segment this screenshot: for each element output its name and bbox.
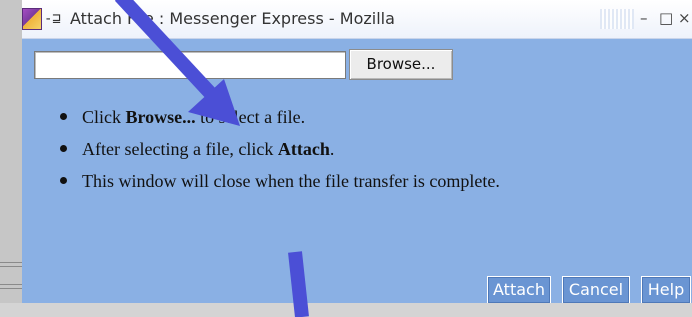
instruction-item: This window will close when the file tra… [60, 169, 500, 201]
minimize-icon[interactable]: – [640, 8, 648, 28]
attach-button[interactable]: Attach [487, 276, 551, 304]
background-divider [0, 266, 22, 267]
attach-file-dialog: -⊒ Attach File : Messenger Express - Moz… [22, 0, 692, 317]
instruction-item: After selecting a file, click Attach. [60, 137, 500, 169]
browse-button[interactable]: Browse... [349, 49, 453, 80]
help-button[interactable]: Help [641, 276, 691, 304]
instruction-text: . [329, 139, 335, 159]
instruction-text: Click [82, 107, 126, 127]
cancel-button[interactable]: Cancel [562, 276, 630, 304]
instruction-item: Click Browse... to select a file. [60, 105, 500, 137]
maximize-icon[interactable]: □ [659, 8, 673, 28]
bullet-icon [60, 177, 67, 184]
bullet-icon [60, 113, 67, 120]
background-window-edge [0, 0, 22, 317]
instruction-emphasis: Attach [277, 139, 330, 159]
instruction-text: to select a file. [195, 107, 306, 127]
pin-icon[interactable]: -⊒ [44, 10, 64, 28]
file-path-input[interactable] [34, 51, 346, 79]
instruction-text: This window will close when the file tra… [82, 171, 500, 191]
background-window-bottom [0, 303, 692, 317]
bullet-icon [60, 145, 67, 152]
background-divider [0, 288, 22, 289]
close-icon[interactable]: × [678, 8, 691, 28]
titlebar-grip [600, 9, 634, 29]
instruction-list: Click Browse... to select a file. After … [60, 105, 500, 201]
instruction-emphasis: Browse... [125, 107, 196, 127]
window-title: Attach File : Messenger Express - Mozill… [70, 9, 395, 28]
background-divider [0, 262, 22, 263]
instruction-text: After selecting a file, click [82, 139, 278, 159]
background-divider [0, 284, 22, 285]
mozilla-app-icon[interactable] [22, 8, 42, 30]
title-bar[interactable]: -⊒ Attach File : Messenger Express - Moz… [22, 0, 692, 39]
